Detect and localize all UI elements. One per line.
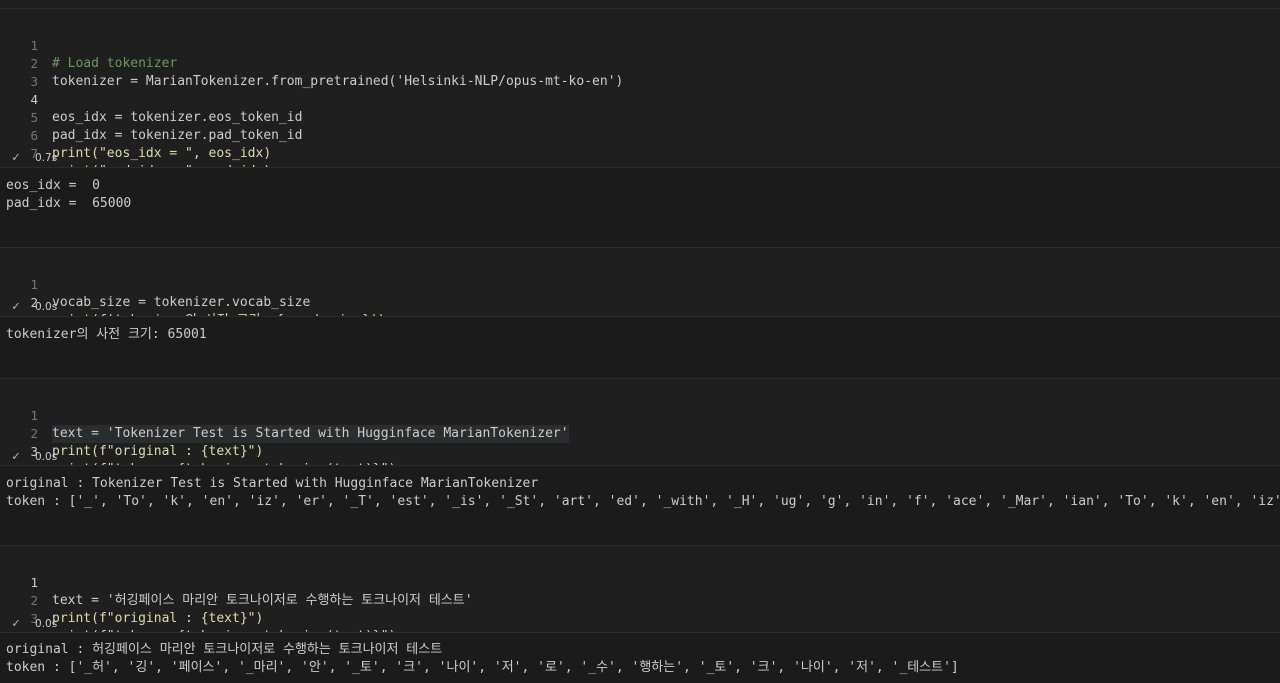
code-line[interactable]: 1 vocab_size = tokenizer.vocab_size <box>0 258 1280 310</box>
execution-status: ✓ 0.0s <box>0 299 200 315</box>
cell-output-4: original : 허깅페이스 마리안 토크나이저로 수행하는 토크나이저 테… <box>0 632 1280 683</box>
execution-time: 0.0s <box>35 618 58 630</box>
output-line: eos_idx = 0 <box>6 178 100 193</box>
top-separator <box>0 8 1280 9</box>
check-icon: ✓ <box>12 616 20 631</box>
code-line[interactable]: 2 print(f'tokenizer의 사전 크기: {vocab_size}… <box>0 276 1280 328</box>
check-icon: ✓ <box>12 150 20 165</box>
cell-output-3: original : Tokenizer Test is Started wit… <box>0 465 1280 546</box>
output-line: tokenizer의 사전 크기: 65001 <box>6 327 207 342</box>
output-line: pad_idx = 65000 <box>6 196 132 211</box>
code-line[interactable]: 2 print(f"original : {text}") <box>0 574 1280 626</box>
cell-output-2: tokenizer의 사전 크기: 65001 <box>0 316 1280 379</box>
execution-time: 0.0s <box>35 451 58 463</box>
check-icon: ✓ <box>12 299 20 314</box>
execution-time: 0.0s <box>35 301 58 313</box>
code-line[interactable]: 6 print("eos_idx = ", eos_idx) <box>0 109 1280 161</box>
cell-output-1: eos_idx = 0 pad_idx = 65000 <box>0 167 1280 248</box>
execution-status: ✓ 0.0s <box>0 616 200 632</box>
code-line[interactable]: 3 print(f"token : {tokenizer.tokenize(te… <box>0 425 1280 477</box>
code-line[interactable]: 7 print("pad_idx = ", pad_idx) <box>0 127 1280 179</box>
execution-status: ✓ 0.0s <box>0 449 200 465</box>
code-line[interactable]: 4 eos_idx = tokenizer.eos_token_id <box>0 73 1280 125</box>
output-line: token : ['_허', '깅', '페이스', '_마리', '안', '… <box>6 660 959 675</box>
code-line[interactable]: 1 # Load tokenizer <box>0 19 1280 71</box>
output-line: original : 허깅페이스 마리안 토크나이저로 수행하는 토크나이저 테… <box>6 642 443 657</box>
output-line: original : Tokenizer Test is Started wit… <box>6 476 539 491</box>
code-line[interactable]: 2 tokenizer = MarianTokenizer.from_pretr… <box>0 37 1280 89</box>
code-line[interactable]: 3 print(f"token : {tokenizer.tokenize(te… <box>0 592 1280 644</box>
output-line: token : ['_', 'To', 'k', 'en', 'iz', 'er… <box>6 494 1280 509</box>
execution-time: 0.7s <box>35 152 58 164</box>
code-line[interactable]: 1 text = '허깅페이스 마리안 토크나이저로 수행하는 토크나이저 테스… <box>0 556 1280 608</box>
code-line[interactable]: 3 <box>0 55 1280 89</box>
code-line[interactable]: 5 pad_idx = tokenizer.pad_token_id <box>0 91 1280 143</box>
code-line[interactable]: 2 print(f"original : {text}") <box>0 407 1280 459</box>
execution-status: ✓ 0.7s <box>0 150 200 166</box>
check-icon: ✓ <box>12 449 20 464</box>
code-line[interactable]: 1 text = 'Tokenizer Test is Started with… <box>0 389 1280 443</box>
